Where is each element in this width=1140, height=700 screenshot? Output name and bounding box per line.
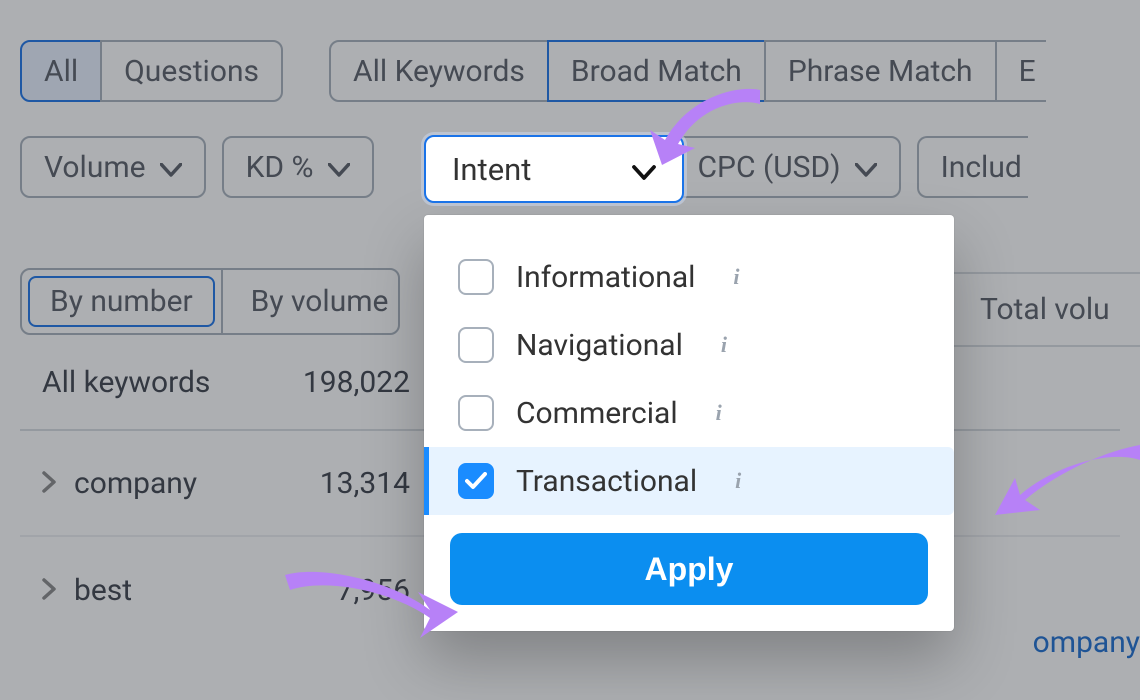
filter-kd[interactable]: KD % bbox=[222, 136, 374, 198]
tab-phrase-match[interactable]: Phrase Match bbox=[764, 40, 997, 102]
filter-volume-label: Volume bbox=[44, 150, 146, 185]
tab-all-keywords[interactable]: All Keywords bbox=[329, 40, 549, 102]
filter-kd-label: KD % bbox=[246, 150, 314, 185]
tab-questions[interactable]: Questions bbox=[100, 40, 283, 102]
keyword-cell: company bbox=[74, 466, 197, 501]
checkbox[interactable] bbox=[458, 259, 494, 295]
info-icon[interactable]: i bbox=[706, 400, 732, 426]
option-label: Commercial bbox=[516, 396, 678, 431]
tab-by-number[interactable]: By number bbox=[22, 270, 223, 333]
option-label: Navigational bbox=[516, 328, 683, 363]
tab-by-volume[interactable]: By volume bbox=[223, 270, 399, 333]
chevron-down-icon bbox=[160, 150, 182, 185]
filter-volume[interactable]: Volume bbox=[20, 136, 206, 198]
tab-exact-match-partial[interactable]: E bbox=[995, 40, 1046, 102]
checkbox[interactable] bbox=[458, 327, 494, 363]
column-header-total-volume-partial: Total volu bbox=[950, 272, 1140, 347]
intent-option-navigational[interactable]: Navigational i bbox=[450, 311, 928, 379]
info-icon[interactable]: i bbox=[725, 468, 751, 494]
keyword-cell: best bbox=[74, 573, 132, 608]
chevron-right-icon bbox=[42, 573, 56, 608]
count-cell: 13,314 bbox=[270, 466, 450, 501]
chevron-down-icon bbox=[632, 151, 656, 188]
checkbox[interactable] bbox=[458, 395, 494, 431]
info-icon[interactable]: i bbox=[723, 264, 749, 290]
match-type-tabs: All Questions All Keywords Broad Match P… bbox=[20, 40, 1120, 102]
tab-all[interactable]: All bbox=[20, 40, 102, 102]
filter-intent-label: Intent bbox=[452, 151, 531, 188]
info-icon[interactable]: i bbox=[711, 332, 737, 358]
chevron-down-icon bbox=[328, 150, 350, 185]
intent-option-transactional[interactable]: Transactional i bbox=[424, 447, 954, 515]
option-label: Transactional bbox=[516, 464, 697, 499]
table-header-label: All keywords bbox=[20, 365, 270, 400]
intent-option-commercial[interactable]: Commercial i bbox=[450, 379, 928, 447]
count-cell: 7,956 bbox=[270, 573, 450, 608]
option-label: Informational bbox=[516, 260, 695, 295]
apply-button[interactable]: Apply bbox=[450, 533, 928, 605]
checkbox-checked[interactable] bbox=[458, 463, 494, 499]
chevron-right-icon bbox=[42, 466, 56, 501]
intent-option-informational[interactable]: Informational i bbox=[450, 243, 928, 311]
table-header-value: 198,022 bbox=[270, 365, 450, 400]
link-fragment[interactable]: ompany bbox=[1033, 625, 1140, 660]
view-tabs: By number By volume bbox=[20, 268, 400, 335]
tab-broad-match[interactable]: Broad Match bbox=[547, 40, 766, 102]
intent-dropdown: Informational i Navigational i Commercia… bbox=[424, 215, 954, 631]
filter-intent[interactable]: Intent bbox=[424, 135, 684, 203]
